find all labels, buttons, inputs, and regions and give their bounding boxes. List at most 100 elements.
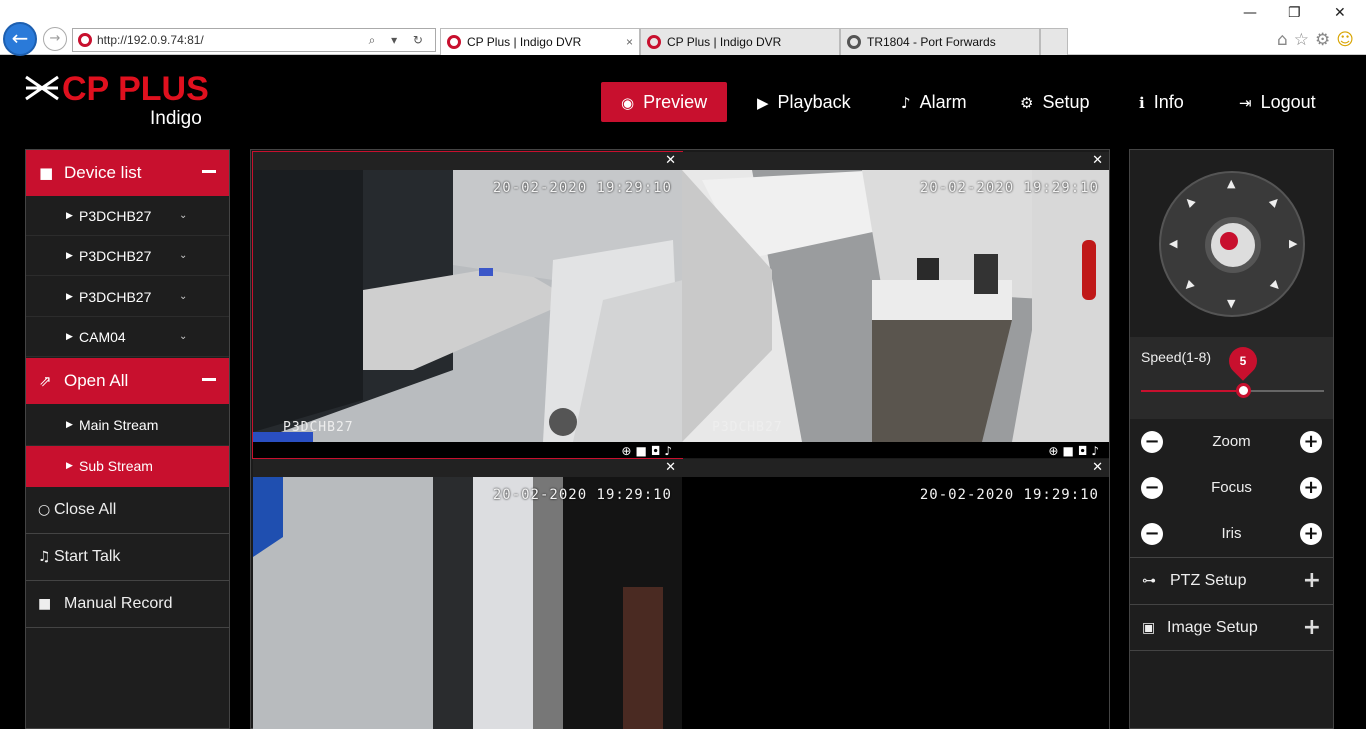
tab-cpplus-1[interactable]: CP Plus | Indigo DVR × xyxy=(440,28,640,55)
arrow-up-left-icon[interactable]: ▲ xyxy=(1182,194,1197,209)
arrow-up-icon[interactable]: ▲ xyxy=(1227,177,1235,190)
forward-button[interactable]: → xyxy=(43,27,67,51)
zoom-out-button[interactable]: − xyxy=(1141,431,1163,453)
start-talk-button[interactable]: ♫ Start Talk xyxy=(26,534,229,581)
ptz-panel: ▲ ▼ ◀ ▶ ▲ ▲ ▼ ▼ Speed(1-8) 5 − Zoom + − … xyxy=(1129,149,1334,729)
iris-plus-button[interactable]: + xyxy=(1300,523,1322,545)
expand-plus-icon[interactable]: + xyxy=(1303,558,1321,604)
arrow-up-right-icon[interactable]: ▲ xyxy=(1268,194,1283,209)
timestamp-overlay: 20-02-2020 19:29:10 xyxy=(492,487,672,503)
camera-feed-image xyxy=(253,477,682,729)
image-setup-section[interactable]: ▣ Image Setup + xyxy=(1130,604,1333,651)
audio-icon[interactable]: ♪ xyxy=(1091,444,1103,458)
ptz-joystick[interactable]: ▲ ▼ ◀ ▶ ▲ ▲ ▼ ▼ xyxy=(1159,171,1305,317)
timestamp-overlay: 20-02-2020 19:29:10 xyxy=(492,180,672,196)
main-stream-item[interactable]: ▶ Main Stream xyxy=(26,404,229,446)
close-icon[interactable]: ✕ xyxy=(1092,459,1103,477)
ptz-setup-section[interactable]: ⊶ PTZ Setup + xyxy=(1130,557,1333,604)
arrow-down-left-icon[interactable]: ▼ xyxy=(1182,278,1197,293)
cell-controls: ⊕■◘♪ xyxy=(621,442,676,460)
zoom-in-button[interactable]: + xyxy=(1300,431,1322,453)
close-window-button[interactable]: ✕ xyxy=(1334,5,1346,21)
collapse-icon[interactable] xyxy=(202,378,216,381)
image-icon: ▣ xyxy=(1142,620,1156,636)
tab-port-forwards[interactable]: TR1804 - Port Forwards xyxy=(840,28,1040,55)
tab-cpplus-2[interactable]: CP Plus | Indigo DVR xyxy=(640,28,840,55)
manual-record-button[interactable]: ■ Manual Record xyxy=(26,581,229,628)
nav-playback[interactable]: ▶ Playback xyxy=(757,82,851,122)
chevron-down-icon[interactable]: ⌄ xyxy=(179,317,187,357)
arrow-left-icon[interactable]: ◀ xyxy=(1169,237,1177,250)
tab-close-icon[interactable]: × xyxy=(626,29,633,55)
gear-icon[interactable]: ⚙ xyxy=(1315,30,1336,50)
video-cell-4[interactable]: ✕ 20-02-2020 19:29:10 xyxy=(682,459,1109,729)
cell-title-bar: ✕ xyxy=(253,459,682,477)
device-item[interactable]: ▶ P3DCHB27 ⌄ xyxy=(26,277,229,317)
back-button[interactable]: ← xyxy=(3,22,37,56)
left-panel: ■ Device list ▶ P3DCHB27 ⌄ ▶ P3DCHB27 ⌄ ▶ P3D… xyxy=(25,149,230,729)
ptz-center-button[interactable] xyxy=(1205,217,1261,273)
restore-button[interactable]: ❐ xyxy=(1288,5,1301,21)
sub-stream-item[interactable]: ▶ Sub Stream xyxy=(26,446,229,487)
url-text[interactable]: http://192.0.9.74:81/ xyxy=(97,29,204,51)
device-item[interactable]: ▶ P3DCHB27 ⌄ xyxy=(26,196,229,236)
nav-info[interactable]: ℹ Info xyxy=(1139,82,1184,122)
collapse-icon[interactable] xyxy=(202,170,216,173)
iris-minus-button[interactable]: − xyxy=(1141,523,1163,545)
zoom-icon[interactable]: ⊕ xyxy=(1048,444,1062,458)
tab-title: CP Plus | Indigo DVR xyxy=(667,35,782,49)
brand-subtitle: Indigo xyxy=(150,108,202,129)
camera-feed[interactable] xyxy=(253,477,682,729)
zoom-icon[interactable]: ⊕ xyxy=(621,444,635,458)
image-setup-label: Image Setup xyxy=(1167,619,1258,636)
video-cell-3[interactable]: ✕ 20-02-2020 19:29:10 xyxy=(253,459,682,729)
camera-feed[interactable] xyxy=(682,170,1109,442)
nav-preview[interactable]: ◉ Preview xyxy=(601,82,728,122)
device-list-header[interactable]: ■ Device list xyxy=(26,150,229,196)
nav-setup[interactable]: ⚙ Setup xyxy=(1020,82,1090,122)
cell-title-bar: ✕ xyxy=(682,152,1109,170)
chevron-down-icon[interactable]: ⌄ xyxy=(179,277,187,317)
arrow-down-right-icon[interactable]: ▼ xyxy=(1268,278,1283,293)
camera-feed[interactable] xyxy=(253,170,682,442)
record-icon[interactable]: ■ xyxy=(635,444,650,458)
caret-right-icon: ▶ xyxy=(66,292,73,302)
chevron-down-icon[interactable]: ⌄ xyxy=(179,196,187,236)
close-icon[interactable]: ✕ xyxy=(665,459,676,477)
speed-slider-knob[interactable] xyxy=(1235,383,1251,398)
device-item[interactable]: ▶ P3DCHB27 ⌄ xyxy=(26,236,229,276)
close-icon[interactable]: ✕ xyxy=(1092,152,1103,170)
star-icon[interactable]: ☆ xyxy=(1294,30,1315,50)
speed-slider-track[interactable] xyxy=(1141,390,1324,392)
nav-logout[interactable]: ⇥ Logout xyxy=(1239,82,1316,122)
video-cell-2[interactable]: ✕ 20-02-2020 19:29:10 P3DCHB27 ⊕■◘♪ xyxy=(682,152,1109,458)
audio-icon[interactable]: ♪ xyxy=(664,444,676,458)
snapshot-icon[interactable]: ◘ xyxy=(1078,444,1092,458)
device-item[interactable]: ▶ CAM04 ⌄ xyxy=(26,317,229,357)
timestamp-overlay: 20-02-2020 19:29:10 xyxy=(919,180,1099,196)
search-refresh-icon[interactable]: ⌕ ▾ ↻ xyxy=(369,29,429,51)
tab-title: CP Plus | Indigo DVR xyxy=(467,35,582,49)
nav-alarm[interactable]: ♪ Alarm xyxy=(901,82,967,122)
open-all-header[interactable]: ⇗ Open All xyxy=(26,358,229,404)
address-bar[interactable]: http://192.0.9.74:81/ ⌕ ▾ ↻ xyxy=(72,28,436,52)
close-all-button[interactable]: ○ Close All xyxy=(26,487,229,534)
video-cell-1[interactable]: ✕ 20-02-2020 19:29:10 P3DCHB27 ⊕■◘♪ xyxy=(252,151,683,460)
smiley-icon[interactable]: ☺ xyxy=(1336,30,1360,50)
chevron-down-icon[interactable]: ⌄ xyxy=(179,236,187,276)
expand-plus-icon[interactable]: + xyxy=(1303,605,1321,651)
home-icon[interactable]: ⌂ xyxy=(1277,30,1294,50)
new-tab-button[interactable] xyxy=(1040,28,1068,55)
focus-minus-button[interactable]: − xyxy=(1141,477,1163,499)
gamepad-icon: ⊶ xyxy=(1142,573,1156,589)
arrow-right-icon[interactable]: ▶ xyxy=(1289,237,1297,250)
ptz-setup-label: PTZ Setup xyxy=(1170,572,1247,589)
snapshot-icon[interactable]: ◘ xyxy=(651,444,665,458)
close-icon[interactable]: ✕ xyxy=(665,152,676,170)
record-icon[interactable]: ■ xyxy=(1062,444,1077,458)
focus-plus-button[interactable]: + xyxy=(1300,477,1322,499)
video-camera-icon: ■ xyxy=(38,596,52,612)
speed-control: Speed(1-8) 5 xyxy=(1130,337,1333,419)
minimize-button[interactable]: — xyxy=(1243,5,1257,21)
arrow-down-icon[interactable]: ▼ xyxy=(1227,297,1235,310)
